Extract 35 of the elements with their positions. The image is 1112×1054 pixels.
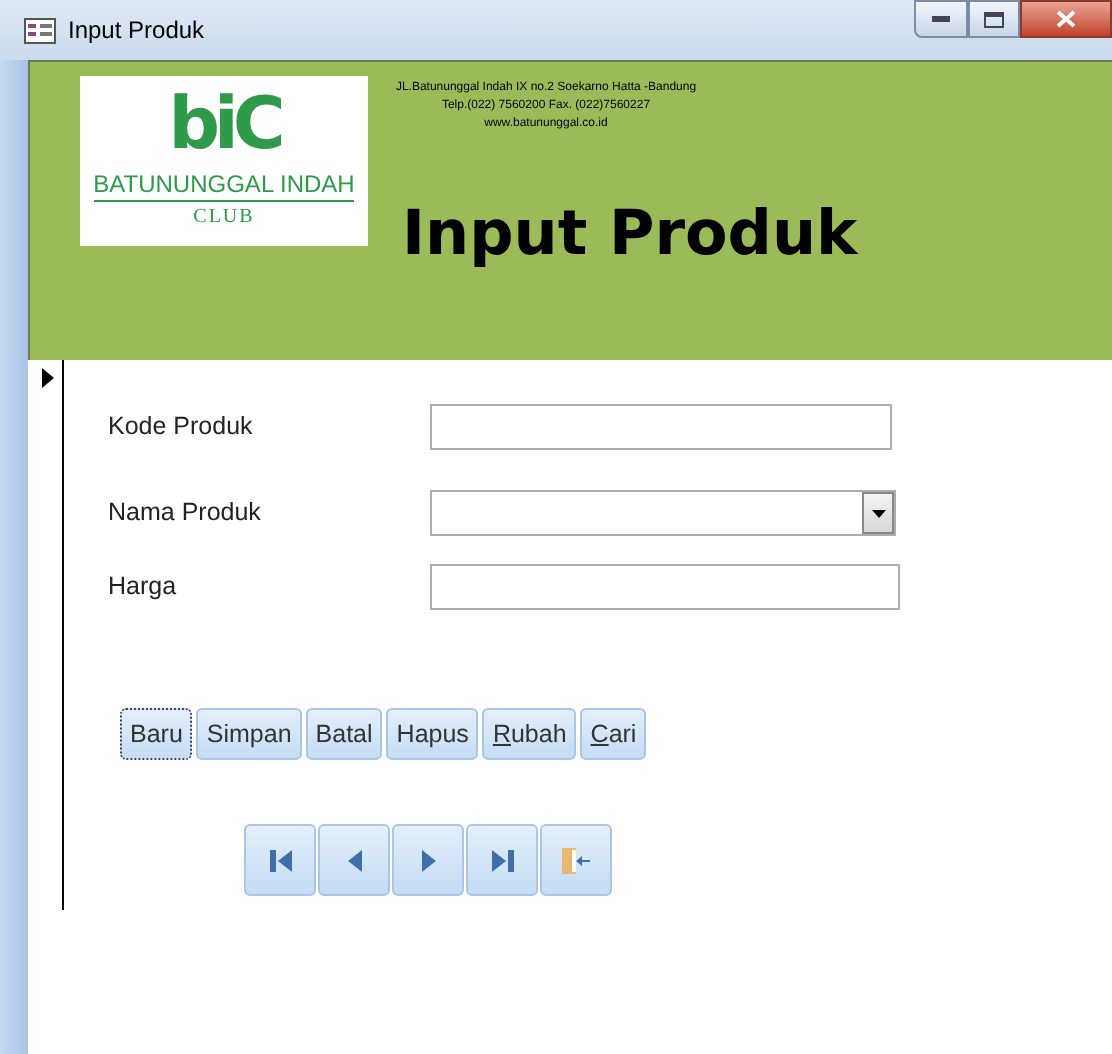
window-title: Input Produk bbox=[68, 14, 205, 48]
previous-record-icon bbox=[347, 849, 361, 871]
navigation-button[interactable] bbox=[318, 824, 390, 896]
logo-subtitle: CLUB bbox=[193, 204, 255, 232]
next-record-icon bbox=[421, 849, 435, 871]
form-title: Input Produk bbox=[402, 196, 858, 274]
minimize-icon bbox=[932, 16, 950, 22]
maximize-icon bbox=[984, 11, 1004, 27]
form-icon bbox=[24, 17, 56, 43]
dropdown-field[interactable] bbox=[430, 490, 896, 536]
action-button[interactable]: Batal bbox=[305, 708, 383, 760]
field-label: Kode Produk bbox=[108, 410, 255, 445]
logo-name: BATUNUNGGAL INDAH bbox=[93, 170, 355, 202]
navigation-button[interactable] bbox=[244, 824, 316, 896]
field-label: Harga bbox=[108, 570, 179, 605]
close-icon bbox=[1056, 10, 1076, 28]
record-selector-icon[interactable] bbox=[42, 368, 54, 388]
last-record-icon bbox=[491, 849, 513, 871]
navigation-button[interactable] bbox=[392, 824, 464, 896]
close-button[interactable] bbox=[1020, 0, 1112, 38]
action-button[interactable]: Baru bbox=[120, 708, 193, 760]
action-button[interactable]: Rubah bbox=[482, 708, 577, 760]
dropdown-arrow-icon bbox=[871, 509, 885, 517]
maximize-button[interactable] bbox=[968, 0, 1020, 38]
action-button[interactable]: Simpan bbox=[196, 708, 302, 760]
field-label: Nama Produk bbox=[108, 496, 263, 531]
navigation-button[interactable] bbox=[466, 824, 538, 896]
input-field[interactable] bbox=[430, 564, 900, 610]
logo-mark: biC bbox=[168, 88, 280, 164]
action-button[interactable]: Hapus bbox=[386, 708, 479, 760]
first-record-icon bbox=[269, 849, 291, 871]
input-field[interactable] bbox=[430, 404, 892, 450]
minimize-button[interactable] bbox=[914, 0, 968, 38]
action-button[interactable]: Cari bbox=[580, 708, 647, 760]
exit-door-icon bbox=[562, 847, 590, 873]
